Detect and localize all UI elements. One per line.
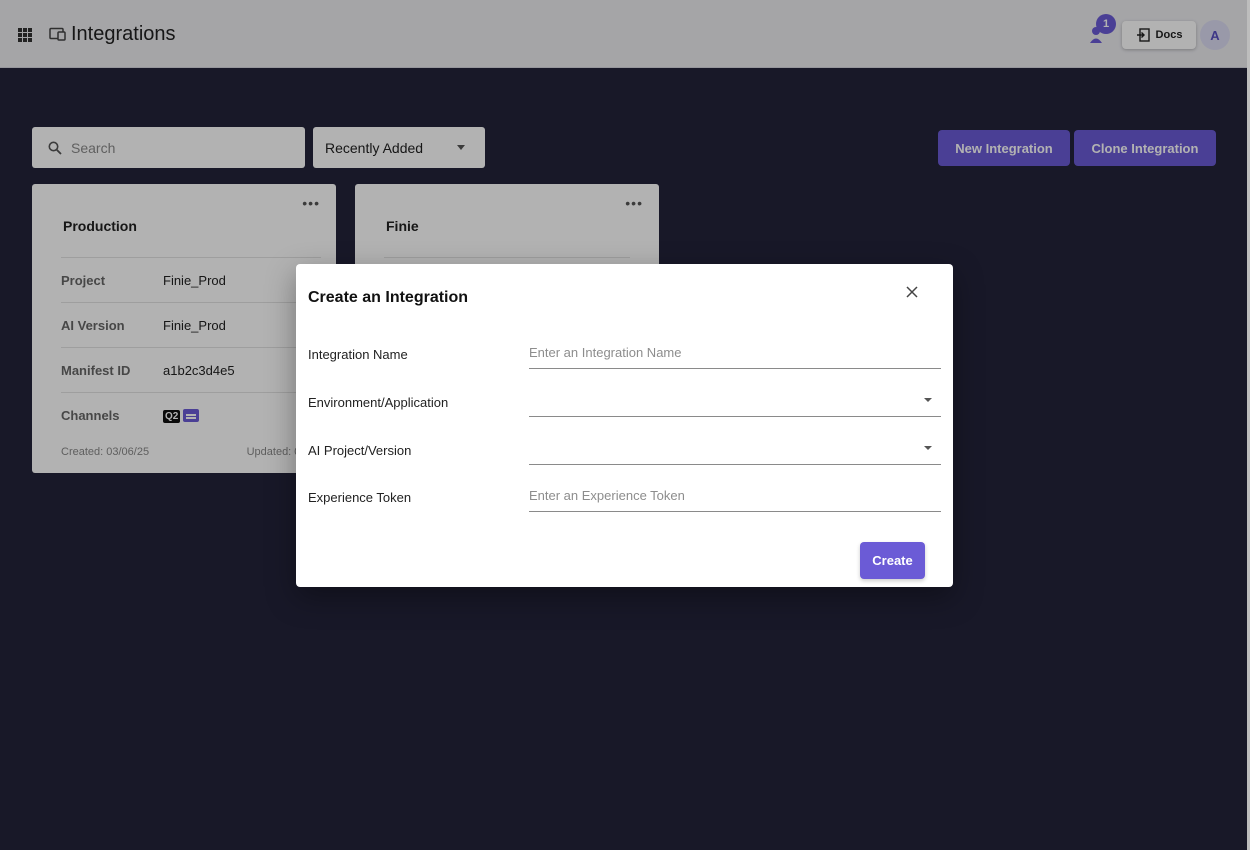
- close-button[interactable]: [899, 279, 925, 305]
- create-integration-dialog: Create an Integration Integration Name E…: [296, 264, 953, 587]
- integration-name-label: Integration Name: [308, 347, 408, 362]
- experience-token-label: Experience Token: [308, 490, 412, 505]
- ai-project-version-label: AI Project/Version: [308, 443, 412, 458]
- environment-application-select[interactable]: [529, 385, 941, 417]
- experience-token-field[interactable]: [529, 480, 941, 512]
- integration-name-field[interactable]: [529, 337, 941, 369]
- experience-token-input[interactable]: [529, 480, 941, 511]
- environment-application-label: Environment/Application: [308, 395, 449, 410]
- chevron-down-icon: [924, 446, 932, 450]
- close-icon: [906, 286, 918, 298]
- chevron-down-icon: [924, 398, 932, 402]
- ai-project-version-select[interactable]: [529, 433, 941, 465]
- create-button[interactable]: Create: [860, 542, 925, 579]
- dialog-title: Create an Integration: [308, 289, 469, 306]
- integration-name-input[interactable]: [529, 337, 941, 368]
